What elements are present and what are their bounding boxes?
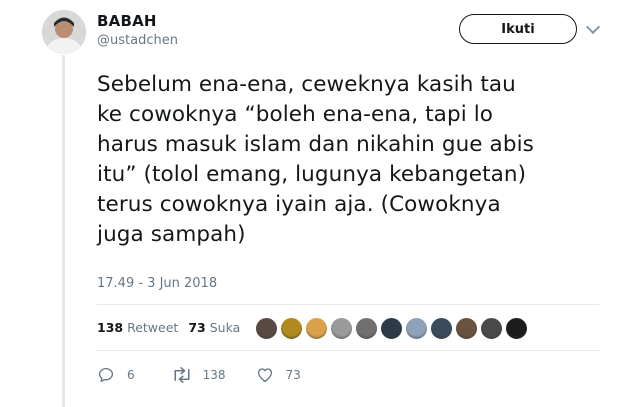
liker-avatar[interactable]: [405, 317, 428, 340]
divider-top: [97, 304, 599, 305]
action-retweet-count: 138: [202, 368, 226, 382]
tweet-timestamp[interactable]: 17.49 - 3 Jun 2018: [97, 276, 217, 291]
liker-avatar[interactable]: [355, 317, 378, 340]
action-like-count: 73: [285, 368, 301, 382]
divider-bottom: [97, 350, 599, 351]
liker-avatar[interactable]: [380, 317, 403, 340]
tweet-text: Sebelum ena-ena, ceweknya kasih tau ke c…: [97, 72, 534, 247]
retweet-icon: [174, 367, 190, 383]
retweet-count[interactable]: 138: [97, 320, 123, 335]
engagement-stats: 138 Retweet 73 Suka: [97, 320, 250, 335]
like-label[interactable]: Suka: [210, 320, 241, 335]
thread-line: [62, 55, 65, 407]
like-button[interactable]: 73: [256, 366, 301, 384]
reply-button[interactable]: 6: [97, 366, 135, 384]
liker-avatar[interactable]: [430, 317, 453, 340]
chevron-down-icon[interactable]: [585, 19, 601, 35]
follow-button[interactable]: Ikuti: [459, 14, 577, 44]
like-count[interactable]: 73: [188, 320, 205, 335]
avatar[interactable]: [42, 10, 86, 54]
tweet-actions: 6 138 73: [97, 366, 301, 384]
reply-count: 6: [127, 368, 135, 382]
reply-icon: [98, 367, 114, 383]
author-handle[interactable]: @ustadchen: [97, 33, 178, 48]
liker-avatar[interactable]: [455, 317, 478, 340]
liker-avatar[interactable]: [255, 317, 278, 340]
liker-avatar[interactable]: [480, 317, 503, 340]
liker-avatar[interactable]: [505, 317, 528, 340]
author-name[interactable]: BABAH: [97, 12, 157, 30]
liker-avatar[interactable]: [305, 317, 328, 340]
liker-avatar[interactable]: [280, 317, 303, 340]
heart-icon: [257, 368, 272, 383]
retweet-button[interactable]: 138: [171, 366, 226, 384]
liker-avatar[interactable]: [330, 317, 353, 340]
follow-button-label: Ikuti: [501, 21, 535, 37]
liker-avatars: [255, 317, 530, 340]
avatar-image: [42, 10, 86, 54]
retweet-label[interactable]: Retweet: [127, 320, 178, 335]
